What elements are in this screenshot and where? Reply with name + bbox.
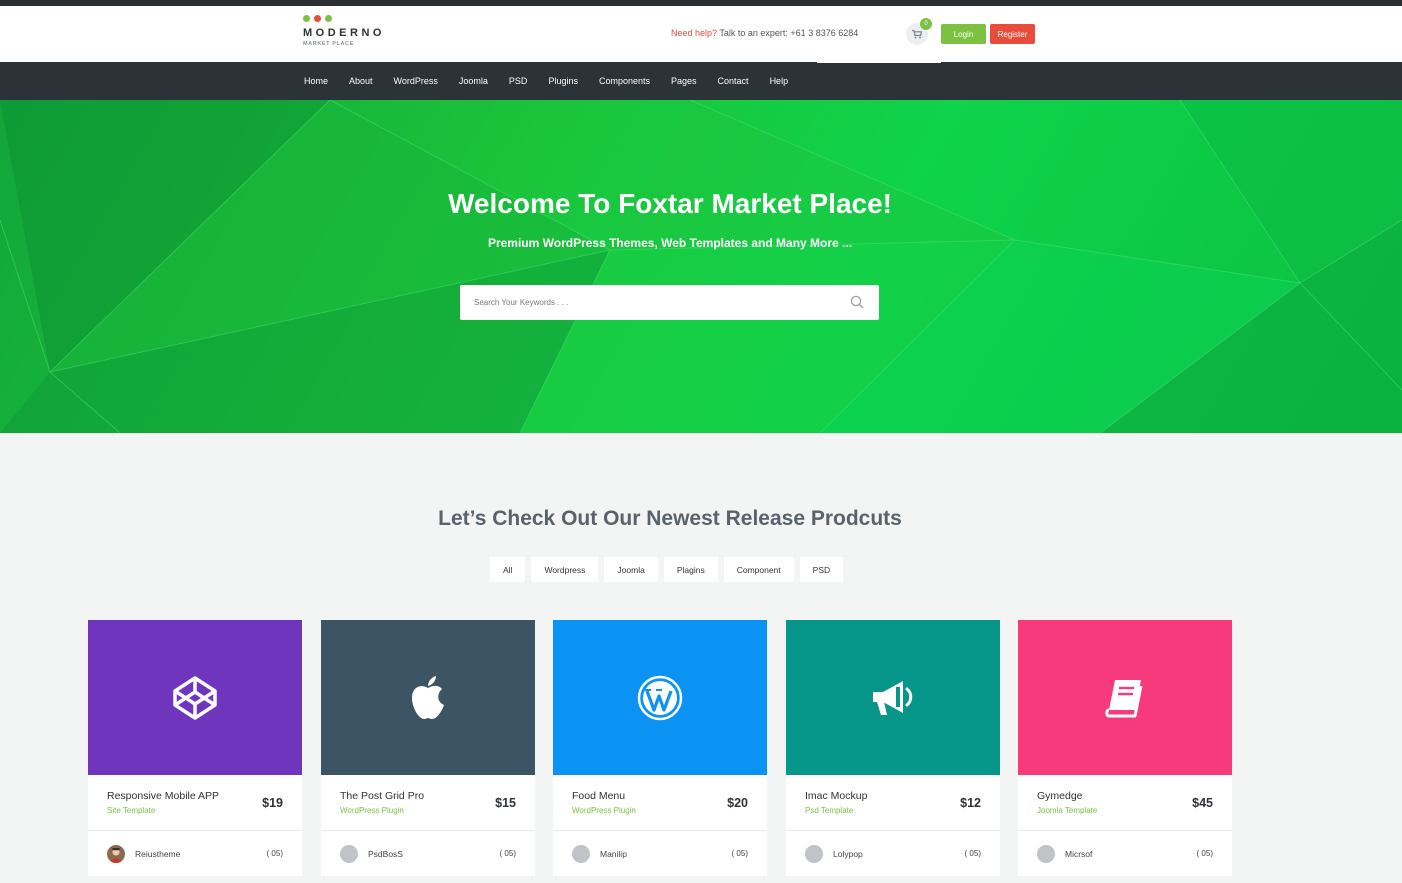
nav-item-components[interactable]: Components <box>599 76 650 86</box>
author-name[interactable]: Manilip <box>600 849 627 859</box>
product-card[interactable]: Gymedge Joomla Template $45 Micrsof ( 05… <box>1018 620 1232 876</box>
product-name[interactable]: Food Menu <box>572 790 625 802</box>
nav-menu: Home About WordPress Joomla PSD Plugins … <box>304 62 809 100</box>
main-nav: Home About WordPress Joomla PSD Plugins … <box>0 62 1402 100</box>
product-filters: All Wordpress Joomla Plagins Component P… <box>490 557 844 582</box>
product-price: $12 <box>960 796 981 810</box>
hero-polygon-background <box>0 100 1402 433</box>
site-header: MODERNO MARKET PLACE Need help? Talk to … <box>0 6 1402 62</box>
product-count: ( 05) <box>964 849 981 858</box>
product-count: ( 05) <box>731 849 748 858</box>
hero-title: Welcome To Foxtar Market Place! <box>448 188 892 219</box>
card-divider <box>88 830 302 831</box>
nav-item-contact[interactable]: Contact <box>718 76 749 86</box>
logo-dot <box>325 15 332 22</box>
product-name[interactable]: Responsive Mobile APP <box>107 790 219 802</box>
user-avatar-icon <box>109 848 123 863</box>
product-category[interactable]: WordPress Plugin <box>340 806 404 815</box>
product-category[interactable]: Psd Template <box>805 806 853 815</box>
filter-psd[interactable]: PSD <box>799 557 844 582</box>
nav-item-joomla[interactable]: Joomla <box>459 76 488 86</box>
logo-dot <box>314 15 321 22</box>
product-count: ( 05) <box>266 849 283 858</box>
product-card[interactable]: Responsive Mobile APP Site Template $19 … <box>88 620 302 876</box>
register-button[interactable]: Register <box>990 24 1035 44</box>
nav-item-help[interactable]: Help <box>770 76 789 86</box>
login-button[interactable]: Login <box>941 24 986 44</box>
nav-item-psd[interactable]: PSD <box>509 76 528 86</box>
product-name[interactable]: Imac Mockup <box>805 790 867 802</box>
nav-item-home[interactable]: Home <box>304 76 328 86</box>
author-avatar[interactable] <box>107 845 125 863</box>
product-thumbnail[interactable] <box>553 620 767 775</box>
search-input[interactable] <box>474 285 834 320</box>
filter-wordpress[interactable]: Wordpress <box>531 557 599 582</box>
shopping-cart-icon <box>912 29 922 38</box>
cart-count-badge: 0 <box>920 18 932 30</box>
cart-button[interactable]: 0 <box>906 18 932 45</box>
codepen-cube-icon <box>173 675 217 720</box>
product-count: ( 05) <box>1196 849 1213 858</box>
product-card[interactable]: The Post Grid Pro WordPress Plugin $15 P… <box>321 620 535 876</box>
filter-all[interactable]: All <box>490 557 526 582</box>
nav-item-pages[interactable]: Pages <box>671 76 697 86</box>
hero-banner: Welcome To Foxtar Market Place! Premium … <box>0 100 1402 433</box>
product-category[interactable]: Joomla Template <box>1037 806 1097 815</box>
product-category[interactable]: Site Template <box>107 806 155 815</box>
product-price: $20 <box>727 796 748 810</box>
wordpress-icon <box>637 675 683 720</box>
filter-plugins[interactable]: Plagins <box>663 557 718 582</box>
card-divider <box>1018 830 1232 831</box>
nav-item-wordpress[interactable]: WordPress <box>394 76 438 86</box>
search-box <box>460 285 879 320</box>
author-avatar[interactable] <box>340 845 358 863</box>
logo-dot <box>303 15 310 22</box>
nav-item-about[interactable]: About <box>349 76 373 86</box>
product-price: $19 <box>262 796 283 810</box>
logo-name: MODERNO <box>303 27 385 39</box>
author-name[interactable]: Reiustheme <box>135 849 180 859</box>
product-category[interactable]: WordPress Plugin <box>572 806 636 815</box>
author-avatar[interactable] <box>805 845 823 863</box>
author-name[interactable]: Micrsof <box>1065 849 1092 859</box>
product-thumbnail[interactable] <box>88 620 302 775</box>
author-avatar[interactable] <box>572 845 590 863</box>
product-card[interactable]: Food Menu WordPress Plugin $20 Manilip (… <box>553 620 767 876</box>
logo-subtitle: MARKET PLACE <box>303 41 354 47</box>
hero-subtitle: Premium WordPress Themes, Web Templates … <box>487 236 853 250</box>
card-divider <box>786 830 1000 831</box>
filter-joomla[interactable]: Joomla <box>604 557 658 582</box>
product-price: $15 <box>495 796 516 810</box>
help-prefix[interactable]: Need help? <box>671 28 717 38</box>
card-divider <box>321 830 535 831</box>
author-name[interactable]: Lolypop <box>833 849 863 859</box>
megaphone-icon <box>873 680 913 715</box>
product-thumbnail[interactable] <box>321 620 535 775</box>
product-name[interactable]: The Post Grid Pro <box>340 790 424 802</box>
author-name[interactable]: PsdBosS <box>368 849 403 859</box>
logo-dots <box>303 15 332 23</box>
nav-item-plugins[interactable]: Plugins <box>548 76 578 86</box>
book-icon <box>1105 679 1143 717</box>
product-thumbnail[interactable] <box>786 620 1000 775</box>
filter-component[interactable]: Component <box>723 557 794 582</box>
card-divider <box>553 830 767 831</box>
author-avatar[interactable] <box>1037 845 1055 863</box>
product-price: $45 <box>1192 796 1213 810</box>
help-text: Need help? Talk to an expert: +61 3 8376… <box>671 28 858 38</box>
section-title: Let’s Check Out Our Newest Release Prodc… <box>438 507 902 530</box>
nav-accent-line <box>817 62 941 63</box>
product-count: ( 05) <box>499 849 516 858</box>
apple-icon <box>412 675 444 719</box>
product-card[interactable]: Imac Mockup Psd Template $12 Lolypop ( 0… <box>786 620 1000 876</box>
product-name[interactable]: Gymedge <box>1037 790 1083 802</box>
site-logo[interactable]: MODERNO MARKET PLACE <box>303 15 403 51</box>
help-contact: Talk to an expert: +61 3 8376 6284 <box>717 28 859 38</box>
product-thumbnail[interactable] <box>1018 620 1232 775</box>
search-icon[interactable] <box>850 295 864 309</box>
